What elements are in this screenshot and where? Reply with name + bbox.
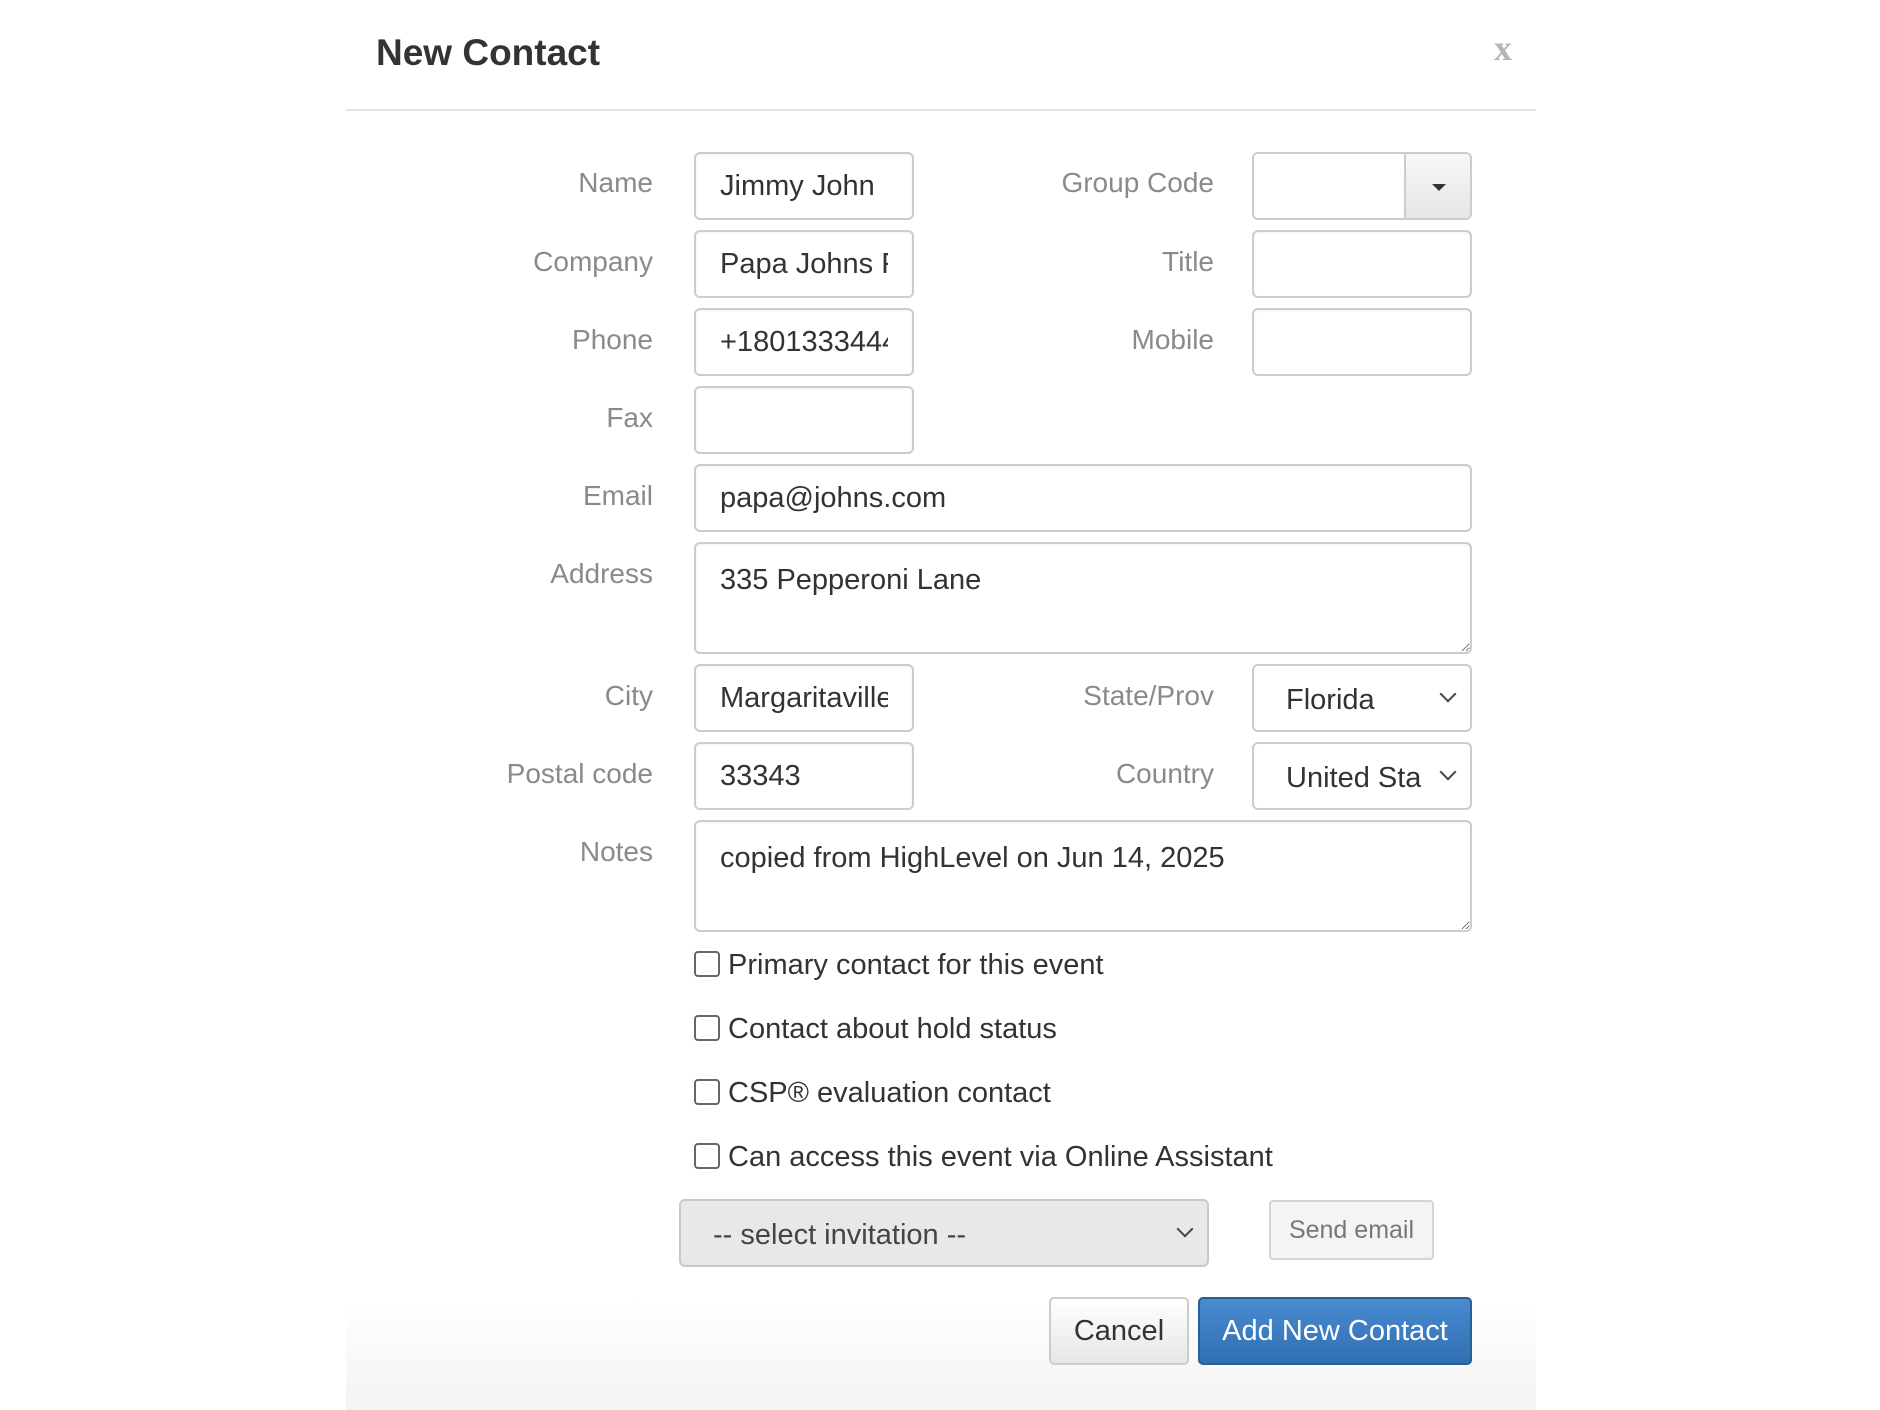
close-icon[interactable]: x: [1494, 30, 1512, 66]
hold-status-checkbox[interactable]: [694, 1015, 720, 1041]
csp-evaluation-checkbox[interactable]: [694, 1079, 720, 1105]
group-code-dropdown-button[interactable]: [1404, 154, 1470, 218]
state-select-value: Florida: [1286, 684, 1375, 716]
new-contact-dialog: New Contact x Name Group Code Company Ti…: [346, 0, 1536, 1410]
chevron-down-icon: [1439, 763, 1457, 781]
title-input[interactable]: [1252, 230, 1472, 298]
group-code-input[interactable]: [1254, 154, 1406, 218]
primary-contact-label: Primary contact for this event: [728, 949, 1104, 981]
name-label: Name: [578, 167, 653, 198]
name-input[interactable]: [694, 152, 914, 220]
phone-input[interactable]: [694, 308, 914, 376]
mobile-input[interactable]: [1252, 308, 1472, 376]
country-label: Country: [1115, 758, 1214, 789]
mobile-label: Mobile: [1131, 324, 1214, 355]
invitation-select[interactable]: -- select invitation --: [679, 1199, 1209, 1267]
email-input[interactable]: [694, 464, 1472, 532]
postal-code-label: Postal code: [506, 758, 653, 789]
email-label: Email: [582, 480, 653, 511]
hold-status-label: Contact about hold status: [728, 1013, 1057, 1045]
group-code-label: Group Code: [1061, 167, 1214, 198]
csp-evaluation-label: CSP® evaluation contact: [728, 1077, 1051, 1109]
postal-code-input[interactable]: [694, 742, 914, 810]
address-label: Address: [550, 558, 653, 589]
state-select[interactable]: Florida: [1252, 664, 1472, 732]
dialog-header: New Contact x: [346, 0, 1536, 111]
state-label: State/Prov: [1083, 680, 1214, 711]
chevron-down-icon: [1439, 685, 1457, 703]
notes-label: Notes: [579, 836, 653, 867]
add-new-contact-button[interactable]: Add New Contact: [1198, 1297, 1472, 1365]
address-textarea[interactable]: 335 Pepperoni Lane: [694, 542, 1472, 654]
notes-textarea[interactable]: copied from HighLevel on Jun 14, 2025: [694, 820, 1472, 932]
cancel-button[interactable]: Cancel: [1049, 1297, 1189, 1365]
caret-down-icon: [1432, 184, 1446, 191]
fax-input[interactable]: [694, 386, 914, 454]
online-assistant-checkbox[interactable]: [694, 1143, 720, 1169]
city-label: City: [604, 680, 653, 711]
primary-contact-checkbox[interactable]: [694, 951, 720, 977]
country-select-value: United Sta: [1286, 762, 1422, 794]
dialog-title: New Contact: [376, 32, 601, 73]
city-input[interactable]: [694, 664, 914, 732]
send-email-button[interactable]: Send email: [1269, 1200, 1434, 1260]
fax-label: Fax: [606, 402, 653, 433]
company-input[interactable]: [694, 230, 914, 298]
phone-label: Phone: [572, 324, 653, 355]
country-select[interactable]: United Sta: [1252, 742, 1472, 810]
online-assistant-label: Can access this event via Online Assista…: [728, 1141, 1273, 1173]
title-label: Title: [1162, 246, 1214, 277]
group-code-combobox[interactable]: [1252, 152, 1472, 220]
page: New Contact x Name Group Code Company Ti…: [0, 0, 1880, 1410]
invitation-select-value: -- select invitation --: [713, 1219, 967, 1251]
chevron-down-icon: [1176, 1220, 1194, 1238]
company-label: Company: [533, 246, 653, 277]
